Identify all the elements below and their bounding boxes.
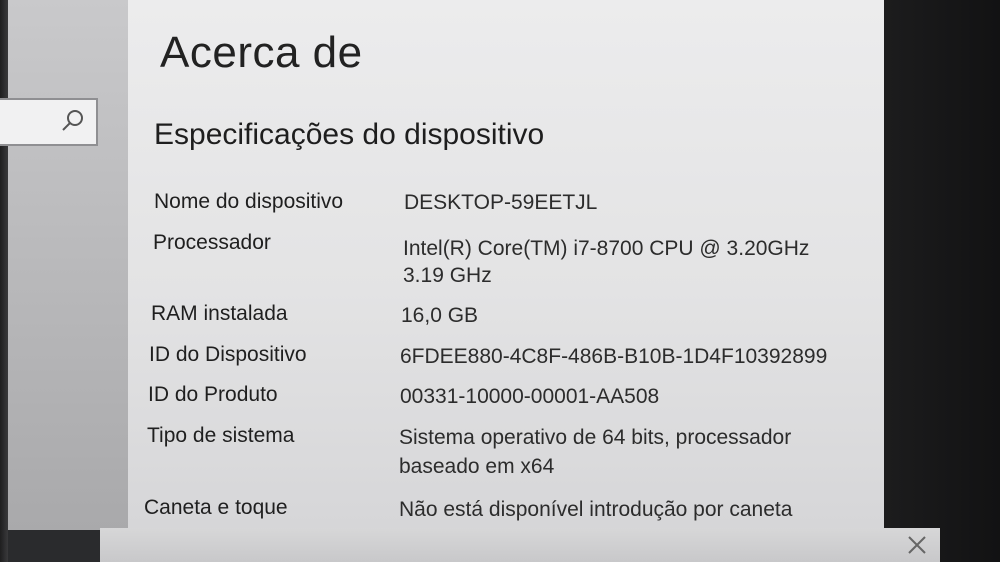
search-icon[interactable] <box>60 108 86 134</box>
background-dark-area <box>884 0 1000 562</box>
spec-label: ID do Dispositivo <box>149 343 307 366</box>
spec-value: DESKTOP-59EETJL <box>404 191 598 214</box>
settings-search-box[interactable] <box>0 98 98 146</box>
spec-label: Processador <box>153 231 271 254</box>
spec-value: 16,0 GB <box>401 304 479 327</box>
spec-value: 00331-10000-00001-AA508 <box>400 385 660 408</box>
screen-bezel-left <box>0 0 8 562</box>
spec-value: baseado em x64 <box>399 455 555 478</box>
notification-bar <box>100 528 940 562</box>
spec-value: Sistema operativo de 64 bits, processado… <box>399 426 792 449</box>
spec-label: ID do Produto <box>148 383 278 406</box>
spec-label: Nome do dispositivo <box>154 190 344 213</box>
spec-value: 3.19 GHz <box>403 264 492 287</box>
settings-nav-panel <box>0 0 128 530</box>
section-title: Especificações do dispositivo <box>154 118 545 151</box>
page-title: Acerca de <box>160 28 363 77</box>
close-icon[interactable] <box>906 534 928 556</box>
spec-label: Caneta e toque <box>144 496 288 519</box>
about-page: Acerca de Especificações do dispositivo … <box>128 0 884 530</box>
spec-label: RAM instalada <box>151 302 288 325</box>
spec-label: Tipo de sistema <box>147 424 295 447</box>
spec-value: Não está disponível introdução por canet… <box>399 498 793 521</box>
spec-value: 6FDEE880-4C8F-486B-B10B-1D4F10392899 <box>400 345 828 368</box>
